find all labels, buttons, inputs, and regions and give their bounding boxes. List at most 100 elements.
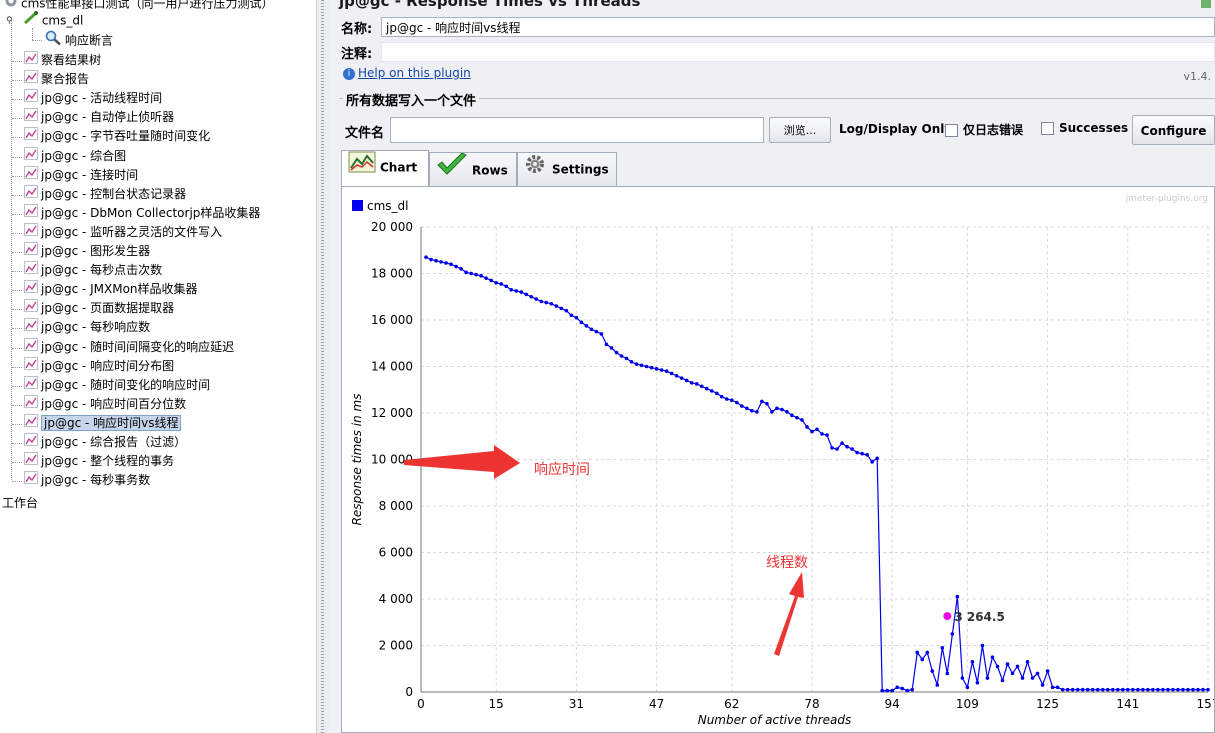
filename-input[interactable] bbox=[390, 117, 764, 143]
series-point bbox=[639, 363, 644, 368]
tree-item-listener[interactable]: jp@gc - 监听器之灵活的文件写入 bbox=[24, 222, 222, 242]
series-point bbox=[935, 683, 940, 687]
test-plan-tree[interactable]: cms性能单接口测试（同一用户进行压力测试） ⚲ cms_dl 响应断言 察看结… bbox=[0, 0, 316, 733]
series-point bbox=[920, 657, 925, 662]
tree-item-listener[interactable]: jp@gc - 每秒点击次数 bbox=[24, 261, 162, 280]
x-tick-label: 125 bbox=[1036, 697, 1059, 711]
series-point bbox=[930, 669, 935, 673]
comment-field[interactable] bbox=[381, 42, 1215, 62]
series-point bbox=[654, 367, 659, 371]
series-point bbox=[875, 456, 879, 461]
series-point bbox=[855, 450, 859, 455]
tree-item-listener[interactable]: jp@gc - 综合报告（过滤） bbox=[24, 433, 186, 452]
series-point bbox=[890, 688, 894, 693]
tree-item-listener[interactable]: jp@gc - 活动线程时间 bbox=[24, 89, 162, 108]
tree-item-listener[interactable]: jp@gc - 响应时间分布图 bbox=[24, 356, 174, 376]
tab-settings[interactable]: Settings bbox=[517, 152, 617, 186]
tree-item-listener[interactable]: 聚合报告 bbox=[24, 70, 89, 89]
tree-item-listener[interactable]: jp@gc - 每秒响应数 bbox=[24, 318, 150, 337]
tree-item-sampler[interactable]: ⚲ cms_dl bbox=[6, 11, 83, 30]
series-point bbox=[564, 308, 569, 313]
x-tick-label: 0 bbox=[417, 697, 425, 711]
filename-label: 文件名 bbox=[345, 126, 385, 141]
graph-icon bbox=[24, 203, 38, 223]
series-point bbox=[1181, 687, 1185, 692]
tree-item-listener[interactable]: jp@gc - 连接时间 bbox=[24, 165, 138, 185]
series-point bbox=[549, 301, 554, 306]
series-point bbox=[1100, 687, 1105, 692]
tree-item-listener[interactable]: jp@gc - 自动停止侦听器 bbox=[24, 108, 174, 127]
tree-connector-horizontal bbox=[12, 309, 22, 311]
successes-checkbox[interactable]: Successes bbox=[1041, 121, 1128, 135]
series-point bbox=[464, 270, 468, 275]
tab-chart[interactable]: Chart bbox=[341, 150, 429, 186]
help-link[interactable]: i Help on this plugin bbox=[343, 66, 471, 80]
tree-item-listener[interactable]: jp@gc - 综合图 bbox=[24, 146, 126, 166]
y-tick-label: 8 000 bbox=[379, 499, 413, 513]
series-point bbox=[785, 410, 789, 414]
series-point bbox=[1070, 687, 1075, 692]
series-point bbox=[955, 594, 960, 599]
series-point bbox=[765, 401, 769, 406]
tree-item-listener[interactable]: jp@gc - 随时间间隔变化的响应延迟 bbox=[24, 337, 235, 357]
series-point bbox=[795, 415, 799, 420]
series-point bbox=[1055, 685, 1060, 690]
tree-connector-horizontal bbox=[12, 80, 22, 82]
tree-item-assertion[interactable]: 响应断言 bbox=[44, 30, 113, 49]
errors-only-checkbox[interactable]: 仅日志错误 bbox=[945, 121, 1023, 138]
tree-item-listener[interactable]: jp@gc - DbMon Collectorjp样品收集器 bbox=[24, 203, 260, 223]
tree-item-listener[interactable]: jp@gc - 图形发生器 bbox=[24, 242, 150, 261]
series-point bbox=[539, 299, 544, 304]
tree-connector-horizontal bbox=[12, 347, 22, 349]
series-point bbox=[544, 300, 549, 305]
series-point bbox=[970, 659, 975, 664]
split-pane-divider[interactable] bbox=[316, 0, 330, 733]
tree-item-listener[interactable]: jp@gc - 随时间变化的响应时间 bbox=[24, 375, 210, 395]
errors-only-label: 仅日志错误 bbox=[963, 123, 1024, 137]
series-point bbox=[429, 257, 433, 262]
series-point bbox=[479, 274, 483, 278]
pipette-icon bbox=[23, 11, 39, 31]
series-point bbox=[574, 315, 579, 320]
configure-button[interactable]: Configure bbox=[1132, 115, 1215, 145]
tree-item-listener[interactable]: jp@gc - 控制台状态记录器 bbox=[24, 184, 186, 204]
tree-connector-horizontal bbox=[12, 99, 22, 101]
tree-item-label: jp@gc - 自动停止侦听器 bbox=[41, 110, 175, 125]
series-point bbox=[840, 441, 844, 446]
tree-item-label: jp@gc - 随时间间隔变化的响应延迟 bbox=[41, 339, 235, 354]
y-tick-label: 6 000 bbox=[379, 546, 413, 560]
tree-connector-horizontal bbox=[12, 175, 22, 177]
series-point bbox=[1095, 687, 1100, 692]
panel-title: jp@gc - Response Times vs Threads bbox=[339, 0, 641, 10]
series-point bbox=[1186, 687, 1190, 692]
errors-only-checkbox-box[interactable] bbox=[945, 124, 958, 137]
series-point bbox=[659, 368, 664, 372]
y-tick-label: 18 000 bbox=[371, 267, 413, 281]
tree-item-workbench[interactable]: 工作台 bbox=[2, 494, 38, 513]
tree-item-listener[interactable]: jp@gc - 每秒事务数 bbox=[24, 471, 150, 490]
tree-item-listener[interactable]: 察看结果树 bbox=[24, 51, 101, 70]
tab-rows[interactable]: Rows bbox=[429, 152, 517, 186]
series-point bbox=[940, 646, 945, 650]
name-field[interactable]: jp@gc - 响应时间vs线程 bbox=[381, 17, 1215, 37]
series-point bbox=[684, 378, 689, 383]
tree-item-listener[interactable]: jp@gc - 响应时间百分位数 bbox=[24, 394, 186, 414]
help-link-text: Help on this plugin bbox=[358, 66, 471, 80]
series-point bbox=[489, 278, 493, 283]
tree-connector-horizontal bbox=[12, 252, 22, 253]
x-tick-label: 15 bbox=[489, 697, 504, 711]
status-icon bbox=[1201, 0, 1211, 8]
tree-item-label: jp@gc - 每秒响应数 bbox=[41, 320, 151, 335]
tree-item-listener[interactable]: jp@gc - 响应时间vs线程 bbox=[24, 413, 182, 433]
series-point bbox=[870, 460, 874, 464]
browse-button[interactable]: 浏览... bbox=[769, 117, 831, 143]
x-tick-label: 141 bbox=[1116, 697, 1139, 711]
tree-item-listener[interactable]: jp@gc - 字节吞吐量随时间变化 bbox=[24, 127, 210, 146]
tree-item-listener[interactable]: jp@gc - 整个线程的事务 bbox=[24, 452, 174, 471]
series-point bbox=[729, 398, 734, 403]
series-point bbox=[850, 447, 854, 451]
tree-item-listener[interactable]: jp@gc - 页面数据提取器 bbox=[24, 299, 174, 318]
successes-checkbox-box[interactable] bbox=[1041, 122, 1054, 135]
tree-item-listener[interactable]: jp@gc - JMXMon样品收集器 bbox=[24, 280, 198, 299]
highlight-point bbox=[943, 612, 952, 621]
